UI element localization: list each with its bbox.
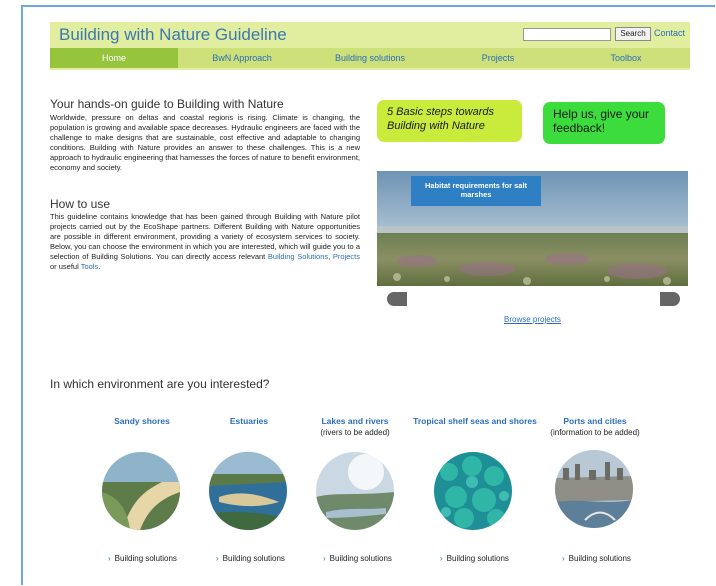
nav-projects[interactable]: Projects (434, 48, 562, 68)
env-title[interactable]: Tropical shelf seas and shores (408, 416, 542, 426)
estuaries-building-solutions-link[interactable]: › Building solutions (216, 554, 285, 563)
ports-cities-building-solutions-link[interactable]: › Building solutions (562, 554, 631, 563)
howto-paragraph: This guideline contains knowledge that h… (50, 212, 360, 272)
tropical-seas-photo (434, 452, 512, 530)
bs-label: Building solutions (114, 554, 177, 563)
search-input[interactable] (523, 28, 611, 41)
lakes-rivers-building-solutions-link[interactable]: › Building solutions (323, 554, 392, 563)
chevron-right-icon: › (440, 554, 443, 563)
env-title[interactable]: Ports and cities (530, 416, 660, 426)
site-title[interactable]: Building with Nature Guideline (59, 25, 287, 45)
nav-toolbox[interactable]: Toolbox (562, 48, 690, 68)
bs-label: Building solutions (446, 554, 509, 563)
search-button[interactable]: Search (615, 27, 651, 41)
estuaries-photo (209, 452, 287, 530)
intro-paragraph: Worldwide, pressure on deltas and coasta… (50, 113, 360, 172)
intro-heading: Your hands-on guide to Building with Nat… (50, 97, 284, 111)
env-title[interactable]: Lakes and rivers (290, 416, 420, 426)
nav-building-solutions[interactable]: Building solutions (306, 48, 434, 68)
tropical-seas-image[interactable] (434, 452, 512, 530)
howto-end: . (98, 262, 101, 271)
estuaries-image[interactable] (209, 452, 287, 530)
main-nav: Home BwN Approach Building solutions Pro… (50, 48, 690, 68)
browse-projects-link[interactable]: Browse projects (504, 315, 561, 324)
nav-home[interactable]: Home (50, 48, 178, 68)
environment-heading: In which environment are you interested? (50, 377, 270, 391)
lakes-rivers-image[interactable] (316, 452, 394, 530)
slide-caption[interactable]: Habitat requirements for salt marshes (411, 176, 541, 206)
env-subtitle: (rivers to be added) (320, 428, 390, 437)
ports-cities-photo (555, 450, 633, 528)
bs-label: Building solutions (222, 554, 285, 563)
sandy-shores-photo (102, 452, 180, 530)
bs-label: Building solutions (568, 554, 631, 563)
contact-link[interactable]: Contact (654, 28, 685, 38)
env-ports-cities: Ports and cities (information to be adde… (530, 416, 660, 437)
howto-heading: How to use (50, 197, 111, 211)
project-slideshow[interactable]: Habitat requirements for salt marshes (377, 171, 688, 286)
basic-steps-callout[interactable]: 5 Basic steps towards Building with Natu… (377, 100, 522, 142)
site-header: Building with Nature Guideline Search Co… (50, 22, 690, 70)
bs-label: Building solutions (329, 554, 392, 563)
lakes-rivers-photo (316, 452, 394, 530)
feedback-callout[interactable]: Help us, give your feedback! (543, 102, 665, 144)
nav-bwn-approach[interactable]: BwN Approach (178, 48, 306, 68)
env-subtitle: (information to be added) (550, 428, 640, 437)
ports-cities-image[interactable] (555, 450, 633, 528)
projects-link[interactable]: Projects (333, 252, 360, 261)
env-lakes-rivers: Lakes and rivers (rivers to be added) (290, 416, 420, 437)
sandy-shores-building-solutions-link[interactable]: › Building solutions (108, 554, 177, 563)
chevron-right-icon: › (323, 554, 326, 563)
chevron-right-icon: › (562, 554, 565, 563)
slideshow-next-button[interactable] (660, 292, 680, 306)
howto-mid: or useful (50, 262, 81, 271)
slideshow-prev-button[interactable] (387, 292, 407, 306)
tropical-seas-building-solutions-link[interactable]: › Building solutions (440, 554, 509, 563)
env-tropical-seas: Tropical shelf seas and shores (408, 416, 542, 428)
building-solutions-link[interactable]: Building Solutions (268, 252, 328, 261)
tools-link[interactable]: Tools (81, 262, 99, 271)
sandy-shores-image[interactable] (102, 452, 180, 530)
chevron-right-icon: › (108, 554, 111, 563)
chevron-right-icon: › (216, 554, 219, 563)
